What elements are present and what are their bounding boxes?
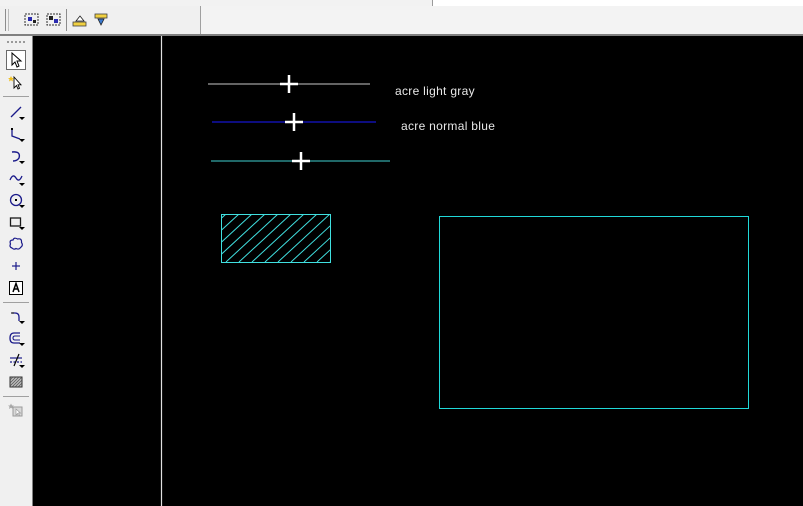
select-window-button[interactable] [22, 10, 42, 30]
arc-tool-button[interactable] [6, 146, 26, 166]
hatch-line [329, 261, 330, 262]
disabled-edit-icon [8, 403, 23, 417]
toolbar-panel [0, 6, 201, 35]
disabled-edit-button[interactable] [6, 400, 26, 420]
toolbar-separator [66, 9, 67, 31]
polyline-tool-button[interactable] [6, 124, 26, 144]
normal-blue-line-label: acre normal blue [401, 119, 496, 133]
select-crossing-icon [46, 13, 61, 26]
toolbar-grip-2 [8, 9, 9, 31]
top-toolbar [0, 0, 803, 36]
toolbar-grip [5, 9, 6, 31]
layer-lower-button[interactable] [91, 10, 111, 30]
text-tool-button[interactable] [6, 278, 26, 298]
offset-tool-button[interactable] [6, 328, 26, 348]
pointer-icon [11, 52, 23, 68]
large-rectangle[interactable] [439, 216, 749, 409]
hatch-line [316, 249, 330, 262]
curve-tool-button[interactable] [6, 168, 26, 188]
draw-toolbar-separator-3 [3, 396, 29, 397]
point-tool-button[interactable] [6, 256, 26, 276]
hatch-line [221, 214, 266, 256]
cloud-tool-button[interactable] [6, 234, 26, 254]
magic-select-button[interactable] [6, 72, 26, 92]
layer-raise-button[interactable] [70, 10, 90, 30]
hatch-line [251, 214, 305, 262]
hatch-line [221, 214, 240, 232]
hatch-tool-button[interactable] [6, 372, 26, 392]
fillet-tool-button[interactable] [6, 306, 26, 326]
hatch-line [356, 214, 408, 262]
hatch-line [225, 214, 279, 262]
hatch-line [221, 214, 253, 244]
hatch-line [343, 214, 395, 262]
hatched-rectangle[interactable] [161, 214, 421, 263]
text-tool-icon [9, 281, 23, 295]
select-crossing-button[interactable] [44, 10, 64, 30]
cloud-tool-icon [9, 237, 23, 250]
drawing-surface [160, 36, 749, 506]
point-tool-icon [12, 262, 20, 270]
magic-select-icon [8, 75, 23, 90]
draw-toolbar-separator [3, 96, 29, 97]
draw-toolbar [0, 36, 33, 506]
hatch-line [277, 214, 330, 262]
draw-toolbar-separator-2 [3, 302, 29, 303]
trim-tool-button[interactable] [6, 350, 26, 370]
draw-toolbar-grip [7, 41, 25, 45]
line-tool-button[interactable] [6, 102, 26, 122]
hatch-line [264, 214, 318, 262]
hatch-line [161, 214, 213, 262]
select-window-icon [24, 13, 39, 26]
hatch-line [238, 214, 292, 262]
light-gray-line-label: acre light gray [395, 84, 475, 98]
layer-raise-icon [72, 15, 87, 27]
crosshair-marker [285, 113, 303, 131]
circle-tool-button[interactable] [6, 190, 26, 210]
pointer-tool-button[interactable] [6, 50, 26, 70]
hatch-line [369, 214, 421, 262]
hatch-line [221, 214, 227, 220]
hatch-line [290, 225, 330, 262]
crosshair-marker [280, 75, 298, 93]
toolbar-empty-area [201, 6, 803, 34]
hatch-tool-icon [9, 376, 23, 388]
rectangle-tool-button[interactable] [6, 212, 26, 232]
layer-lower-icon [94, 13, 108, 26]
drawing-canvas[interactable]: acre light gray acre normal blue [33, 36, 803, 506]
crosshair-marker [292, 152, 310, 170]
